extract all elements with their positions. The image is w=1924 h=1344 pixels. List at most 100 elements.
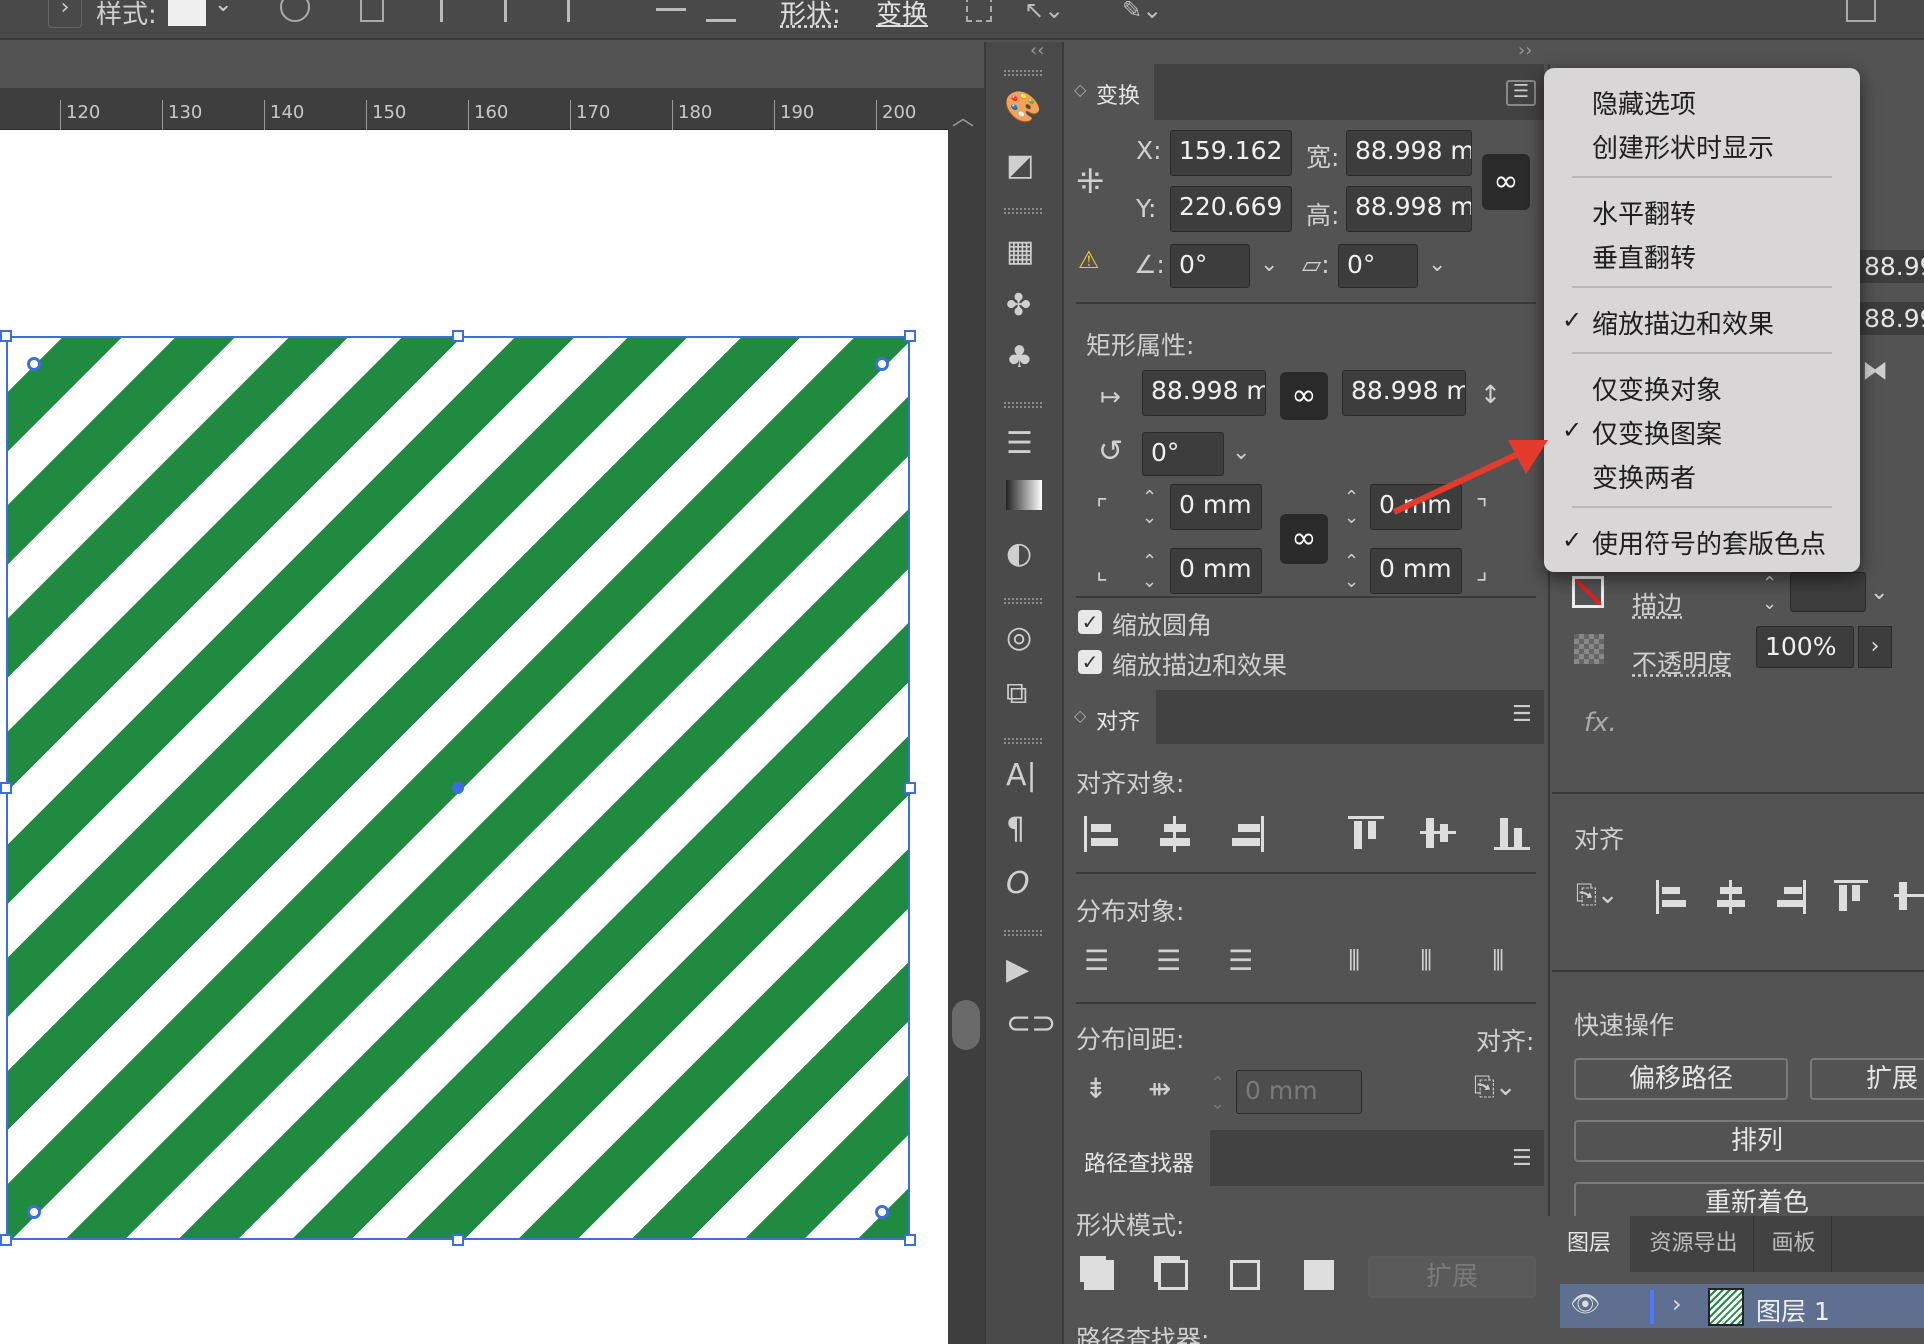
- x-field[interactable]: 159.162 n: [1170, 130, 1292, 176]
- corner-widget[interactable]: [27, 1205, 41, 1219]
- transparency-icon[interactable]: ◐: [1006, 536, 1032, 571]
- panel-menu-icon[interactable]: ☰: [1512, 702, 1532, 727]
- color-palette-icon[interactable]: 🎨: [1004, 90, 1041, 125]
- align-left-icon[interactable]: [1656, 880, 1686, 914]
- menu-item-use-registration-point[interactable]: 使用符号的套版色点: [1592, 524, 1826, 561]
- selection-handle[interactable]: [452, 1234, 464, 1246]
- align-to-icon[interactable]: ⎘⌄: [1576, 880, 1619, 911]
- distribute-right-icon[interactable]: ⦀: [1492, 944, 1504, 978]
- selection-handle[interactable]: [904, 1234, 916, 1246]
- align-left-icon[interactable]: [1084, 816, 1118, 852]
- rect-rotate-dropdown-icon[interactable]: ⌄: [1232, 440, 1250, 465]
- opacity-arrow-button[interactable]: ›: [1858, 626, 1892, 668]
- character-icon[interactable]: A|: [1006, 758, 1037, 793]
- selection-handle[interactable]: [452, 330, 464, 342]
- menu-item-flip-vertical[interactable]: 垂直翻转: [1592, 238, 1696, 275]
- scroll-thumb[interactable]: [952, 1000, 980, 1050]
- stroke-weight-stepper[interactable]: ⌃ ⌄: [1762, 574, 1777, 614]
- dock-grip[interactable]: [1004, 402, 1042, 408]
- y-field[interactable]: 220.669 n: [1170, 186, 1292, 232]
- align-bottom-icon[interactable]: [1494, 816, 1530, 850]
- constrain-proportions-link-icon[interactable]: ∞: [1482, 154, 1530, 210]
- vertical-scrollbar[interactable]: [948, 88, 984, 1344]
- opacity-field[interactable]: 100%: [1756, 626, 1854, 668]
- distribute-top-icon[interactable]: ☰: [1084, 944, 1109, 977]
- menu-item-flip-horizontal[interactable]: 水平翻转: [1592, 194, 1696, 231]
- align-panel-title[interactable]: 对齐: [1096, 704, 1140, 736]
- corner-bl-stepper[interactable]: ⌃ ⌄: [1142, 552, 1157, 592]
- selection-handle[interactable]: [904, 782, 916, 794]
- recolor-icon[interactable]: [280, 0, 310, 22]
- corner-link-icon[interactable]: ∞: [1280, 514, 1328, 564]
- corner-widget[interactable]: [27, 357, 41, 371]
- rect-width-field[interactable]: 88.998 m: [1142, 370, 1266, 416]
- distribute-left-icon[interactable]: ⦀: [1348, 944, 1360, 978]
- align-vcenter-icon[interactable]: [656, 8, 686, 34]
- actions-icon[interactable]: ▶: [1006, 952, 1029, 987]
- exclude-icon[interactable]: [1304, 1260, 1334, 1290]
- selection-handle[interactable]: [0, 782, 12, 794]
- transform-panel-title[interactable]: 变换: [1096, 78, 1140, 110]
- width-partial-value[interactable]: 88.998: [1860, 250, 1924, 283]
- h-field[interactable]: 88.998 m: [1346, 186, 1472, 232]
- corner-tr-stepper[interactable]: ⌃ ⌄: [1344, 488, 1359, 528]
- height-partial-value[interactable]: 88.998: [1860, 302, 1924, 335]
- pathfinder-panel-title[interactable]: 路径查找器: [1084, 1146, 1194, 1178]
- align-vcenter-icon[interactable]: [1420, 816, 1456, 850]
- offset-path-button[interactable]: 偏移路径: [1574, 1058, 1788, 1100]
- rect-height-field[interactable]: 88.998 m: [1342, 370, 1466, 416]
- visibility-eye-icon[interactable]: 👁: [1570, 1290, 1600, 1318]
- scroll-up-icon[interactable]: ︿: [952, 100, 974, 132]
- shape-label[interactable]: 形状:: [780, 0, 841, 31]
- align-hcenter-icon[interactable]: [1158, 816, 1192, 852]
- collapse-dock-icon[interactable]: ‹‹: [1030, 40, 1044, 61]
- corner-tl-field[interactable]: 0 mm: [1170, 484, 1262, 530]
- panel-menu-icon[interactable]: ☰: [1506, 80, 1536, 106]
- fx-button[interactable]: fx.: [1584, 708, 1617, 738]
- distribute-hcenter-icon[interactable]: ⦀: [1420, 944, 1432, 978]
- align-hcenter-icon[interactable]: [1716, 880, 1746, 914]
- selection-handle[interactable]: [904, 330, 916, 342]
- shear-dropdown-icon[interactable]: ⌄: [1428, 252, 1446, 277]
- minus-front-icon[interactable]: [1158, 1260, 1188, 1290]
- flip-horizontal-icon[interactable]: ⧓: [1862, 356, 1888, 386]
- brushes-icon[interactable]: ✤: [1006, 288, 1031, 323]
- warning-icon[interactable]: ⚠: [1078, 246, 1100, 274]
- expand-panels-icon[interactable]: ››: [1518, 40, 1532, 61]
- tab-asset-export[interactable]: 资源导出: [1634, 1216, 1754, 1272]
- corner-widget[interactable]: [875, 1205, 889, 1219]
- stroke-weight-field[interactable]: [1790, 572, 1866, 612]
- opacity-label[interactable]: 不透明度: [1632, 644, 1732, 680]
- selection-handle[interactable]: [0, 330, 12, 342]
- distribute-vcenter-icon[interactable]: ☰: [1156, 944, 1181, 977]
- rotate-dropdown-icon[interactable]: ⌄: [1260, 252, 1278, 277]
- stroke-weight-dropdown-icon[interactable]: ⌄: [1870, 580, 1888, 605]
- dock-grip[interactable]: [1004, 738, 1042, 744]
- dock-grip[interactable]: [1004, 598, 1042, 604]
- w-field[interactable]: 88.998 m: [1346, 130, 1472, 176]
- document-setup-icon[interactable]: [360, 0, 384, 22]
- align-right-icon[interactable]: [1776, 880, 1806, 914]
- menu-item-show-on-create[interactable]: 创建形状时显示: [1592, 128, 1774, 165]
- shape-icon[interactable]: [966, 0, 992, 22]
- dock-grip[interactable]: [1004, 930, 1042, 936]
- expand-appearance-button[interactable]: 扩展: [1810, 1058, 1924, 1100]
- dock-grip[interactable]: [1004, 208, 1042, 214]
- arrange-docs-icon[interactable]: [1846, 0, 1876, 22]
- links-icon[interactable]: ⊂⊃: [1006, 1006, 1056, 1041]
- transform-label[interactable]: 变换: [876, 0, 928, 31]
- distribute-bottom-icon[interactable]: ☰: [1228, 944, 1253, 977]
- align-vcenter-icon[interactable]: [1894, 880, 1924, 912]
- opentype-icon[interactable]: O: [1006, 866, 1030, 901]
- align-to-selection-icon[interactable]: ⎘⌄: [1474, 1072, 1517, 1103]
- tab-collapse-icon[interactable]: ◇: [1074, 706, 1086, 725]
- align-hcenter-icon[interactable]: [504, 0, 534, 22]
- chevron-down-icon[interactable]: ⌄: [214, 0, 232, 17]
- paragraph-icon[interactable]: ¶: [1006, 812, 1025, 847]
- vertical-spacing-icon[interactable]: ⇟: [1084, 1072, 1107, 1105]
- menu-item-hide-options[interactable]: 隐藏选项: [1592, 84, 1696, 121]
- layer-name[interactable]: 图层 1: [1756, 1292, 1830, 1328]
- corner-br-stepper[interactable]: ⌃ ⌄: [1344, 552, 1359, 592]
- align-top-icon[interactable]: [1348, 816, 1384, 850]
- horizontal-spacing-icon[interactable]: ⇻: [1148, 1072, 1171, 1105]
